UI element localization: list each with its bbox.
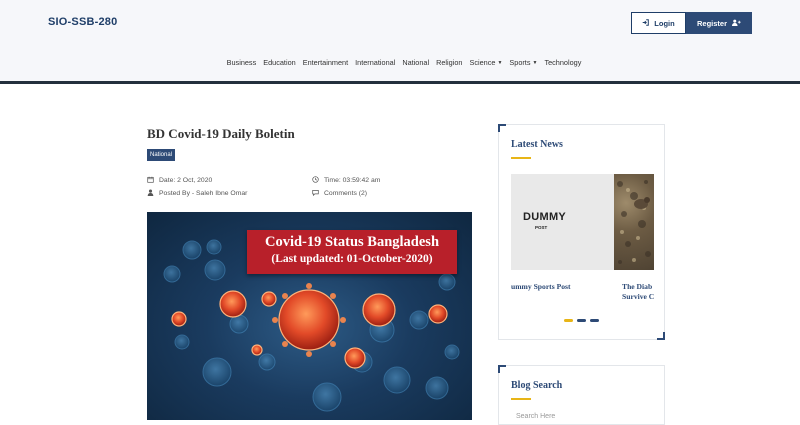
blog-search-widget: Blog Search Search Here [498, 365, 665, 425]
comment-icon [312, 189, 319, 198]
carousel-dot[interactable] [590, 319, 599, 322]
post-featured-image: Covid-19 Status Bangladesh (Last updated… [147, 212, 472, 420]
register-button[interactable]: Register [686, 12, 752, 34]
main-nav: Business Education Entertainment Interna… [0, 58, 800, 67]
slide-caption-1[interactable]: ummy Sports Post [511, 282, 571, 291]
post-time: Time: 03:59:42 am [312, 176, 380, 185]
caret-down-icon: ▼ [532, 60, 538, 66]
post-comments[interactable]: Comments (2) [312, 189, 367, 198]
slide-caption-2-line1[interactable]: The Diab [622, 282, 652, 291]
latest-news-title: Latest News [511, 139, 563, 150]
nav-item-technology[interactable]: Technology [544, 58, 581, 67]
calendar-icon [147, 176, 154, 185]
carousel-dot[interactable] [564, 319, 573, 322]
nav-item-science-label: Science [469, 58, 496, 67]
post-author-text: Posted By - Saleh Ibne Omar [159, 190, 248, 197]
dummy-post-subword: POST [535, 225, 548, 230]
login-label: Login [654, 18, 675, 28]
carousel-dots [564, 319, 599, 322]
nav-item-business[interactable]: Business [227, 58, 257, 67]
nav-item-sports[interactable]: Sports ▼ [509, 58, 537, 67]
carousel-dot[interactable] [577, 319, 586, 322]
nav-item-sports-label: Sports [509, 58, 531, 67]
post-comments-text: Comments (2) [324, 190, 368, 197]
header-divider [0, 81, 800, 84]
clock-icon [312, 176, 319, 185]
nav-item-education[interactable]: Education [263, 58, 295, 67]
nav-item-religion[interactable]: Religion [436, 58, 462, 67]
latest-news-widget: Latest News DUMMY POST ummy Sports Post … [498, 124, 665, 340]
post-time-text: Time: 03:59:42 am [324, 177, 381, 184]
covid-status-banner: Covid-19 Status Bangladesh (Last updated… [247, 230, 457, 274]
login-button[interactable]: Login [631, 12, 686, 34]
widget-corner [498, 365, 506, 373]
title-underline [511, 398, 531, 400]
news-slide-image-bird[interactable] [614, 174, 654, 270]
blog-search-input[interactable]: Search Here [516, 413, 555, 420]
nav-item-science[interactable]: Science ▼ [469, 58, 502, 67]
widget-corner [498, 124, 506, 132]
news-slide-image[interactable]: DUMMY POST [511, 174, 614, 270]
blog-search-title: Blog Search [511, 380, 563, 391]
widget-corner [657, 332, 665, 340]
nav-item-national[interactable]: National [402, 58, 429, 67]
user-plus-icon [732, 19, 741, 28]
banner-subheading: (Last updated: 01-October-2020) [271, 253, 433, 265]
post-date: Date: 2 Oct, 2020 [147, 176, 212, 185]
sign-in-icon [642, 18, 650, 28]
post-author: Posted By - Saleh Ibne Omar [147, 189, 247, 198]
dummy-post-word: DUMMY [523, 211, 567, 223]
title-underline [511, 157, 531, 159]
site-brand[interactable]: SIO-SSB-280 [48, 16, 117, 28]
user-icon [147, 189, 154, 198]
bird-photo [617, 180, 651, 264]
post-title: BD Covid-19 Daily Boletin [147, 126, 295, 141]
register-label: Register [696, 18, 727, 28]
nav-item-entertainment[interactable]: Entertainment [303, 58, 348, 67]
category-badge[interactable]: National [147, 149, 176, 161]
banner-heading: Covid-19 Status Bangladesh [264, 234, 440, 250]
caret-down-icon: ▼ [497, 60, 503, 66]
slide-caption-2-line2[interactable]: Survive C [622, 292, 654, 301]
site-header: SIO-SSB-280 Login Register Business Educ… [0, 0, 800, 81]
post-date-text: Date: 2 Oct, 2020 [159, 177, 213, 184]
nav-item-international[interactable]: International [355, 58, 395, 67]
